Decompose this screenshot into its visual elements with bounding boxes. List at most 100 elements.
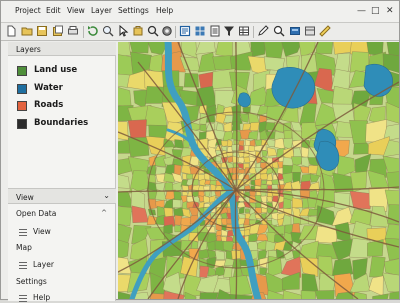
land-parcel (118, 87, 132, 109)
minimize-button[interactable]: — (357, 6, 366, 16)
menu-bar: Project Edit View Layer Settings Help — … (1, 1, 399, 23)
land-parcel (250, 42, 266, 58)
settings-icon[interactable] (289, 25, 301, 37)
gear-icon[interactable] (161, 25, 173, 37)
lake (271, 67, 315, 109)
section-settings[interactable]: Settings (16, 277, 47, 286)
identify-icon[interactable] (147, 25, 159, 37)
open-data-view-item[interactable]: View (19, 227, 109, 237)
land-parcel (199, 178, 206, 187)
new-file-icon[interactable] (5, 25, 17, 37)
section-open-data[interactable]: Open Data (16, 209, 56, 218)
land-parcel (247, 130, 259, 141)
view-panel-title: View (16, 193, 34, 202)
left-panel: Layers Land use Water Roads Boundaries V… (8, 42, 116, 303)
save-as-icon[interactable] (52, 25, 64, 37)
toolbar-separator (175, 26, 176, 38)
land-parcel (267, 147, 278, 157)
section-map[interactable]: Map (16, 243, 32, 252)
land-parcel (257, 239, 268, 251)
land-use-swatch (17, 66, 27, 76)
collapse-caret-icon[interactable]: ^ (101, 209, 107, 217)
menu-settings[interactable]: Settings (118, 6, 149, 15)
land-parcel (223, 258, 235, 267)
land-parcel (384, 237, 399, 261)
print-icon[interactable] (67, 25, 79, 37)
grid-icon[interactable] (194, 25, 206, 37)
sub-item-label: Layer (33, 260, 54, 269)
layer-item-roads[interactable]: Roads (17, 100, 115, 112)
land-parcel (266, 196, 273, 203)
land-parcel (129, 42, 149, 54)
table-icon[interactable] (238, 25, 250, 37)
land-parcel (291, 197, 303, 209)
land-parcel (261, 180, 267, 185)
menu-edit[interactable]: Edit (46, 6, 61, 15)
close-button[interactable]: ✕ (386, 6, 394, 16)
land-parcel (154, 166, 167, 176)
list-icon (19, 229, 27, 236)
view-panel-header[interactable]: View ⌄ (8, 188, 116, 204)
layer-label: Water (34, 83, 63, 93)
maximize-button[interactable]: □ (371, 6, 380, 16)
land-parcel (249, 122, 260, 131)
land-parcel (173, 189, 182, 201)
land-parcel (118, 121, 129, 141)
chevron-down-icon[interactable]: ⌄ (103, 191, 110, 200)
pan-icon[interactable] (132, 25, 144, 37)
save-icon[interactable] (36, 25, 48, 37)
settings-help-item[interactable]: Help (19, 293, 109, 303)
toolbar (1, 23, 399, 41)
list-icon (19, 262, 27, 269)
map-canvas[interactable] (118, 42, 399, 299)
select-icon[interactable] (179, 25, 191, 37)
select-arrow-icon[interactable] (117, 25, 129, 37)
land-parcel (389, 291, 399, 299)
land-parcel (238, 206, 245, 214)
land-parcel (382, 272, 399, 293)
land-parcel (181, 184, 189, 192)
land-parcel (154, 190, 167, 202)
land-parcel (180, 217, 192, 227)
map-layer-item[interactable]: Layer (19, 260, 109, 270)
layer-label: Land use (34, 65, 78, 75)
menu-layer[interactable]: Layer (91, 6, 112, 15)
layer-item-boundaries[interactable]: Boundaries (17, 118, 115, 130)
land-parcel (333, 192, 351, 210)
land-parcel (349, 120, 368, 144)
land-parcel (353, 102, 372, 123)
land-parcel (266, 172, 273, 181)
calculator-icon[interactable] (209, 25, 221, 37)
land-parcel (145, 86, 165, 104)
menu-project[interactable]: Project (15, 6, 41, 15)
land-parcel (314, 290, 335, 299)
land-use-map[interactable] (118, 42, 399, 299)
land-parcel (198, 195, 205, 203)
measure-icon[interactable] (319, 25, 331, 37)
filter-icon[interactable] (223, 25, 235, 37)
open-folder-icon[interactable] (21, 25, 33, 37)
layer-label: Roads (34, 100, 64, 110)
land-parcel (172, 199, 182, 209)
land-parcel (333, 42, 353, 55)
search-icon[interactable] (273, 25, 285, 37)
layer-item-land-use[interactable]: Land use (17, 65, 115, 77)
land-parcel (261, 149, 268, 157)
menu-view[interactable]: View (67, 6, 85, 15)
refresh-icon[interactable] (87, 25, 99, 37)
layer-item-water[interactable]: Water (17, 83, 115, 95)
menu-help[interactable]: Help (156, 6, 173, 15)
land-parcel (214, 249, 226, 260)
land-parcel (215, 155, 222, 163)
sub-item-label: Help (33, 293, 51, 302)
land-parcel (228, 293, 254, 299)
land-parcel (282, 197, 292, 210)
land-parcel (282, 290, 302, 299)
land-parcel (144, 104, 168, 127)
zoom-in-icon[interactable] (102, 25, 114, 37)
land-parcel (131, 205, 149, 224)
land-parcel (221, 229, 228, 237)
land-parcel (315, 42, 334, 55)
pen-icon[interactable] (257, 25, 269, 37)
layer-stack-icon[interactable] (304, 25, 316, 37)
